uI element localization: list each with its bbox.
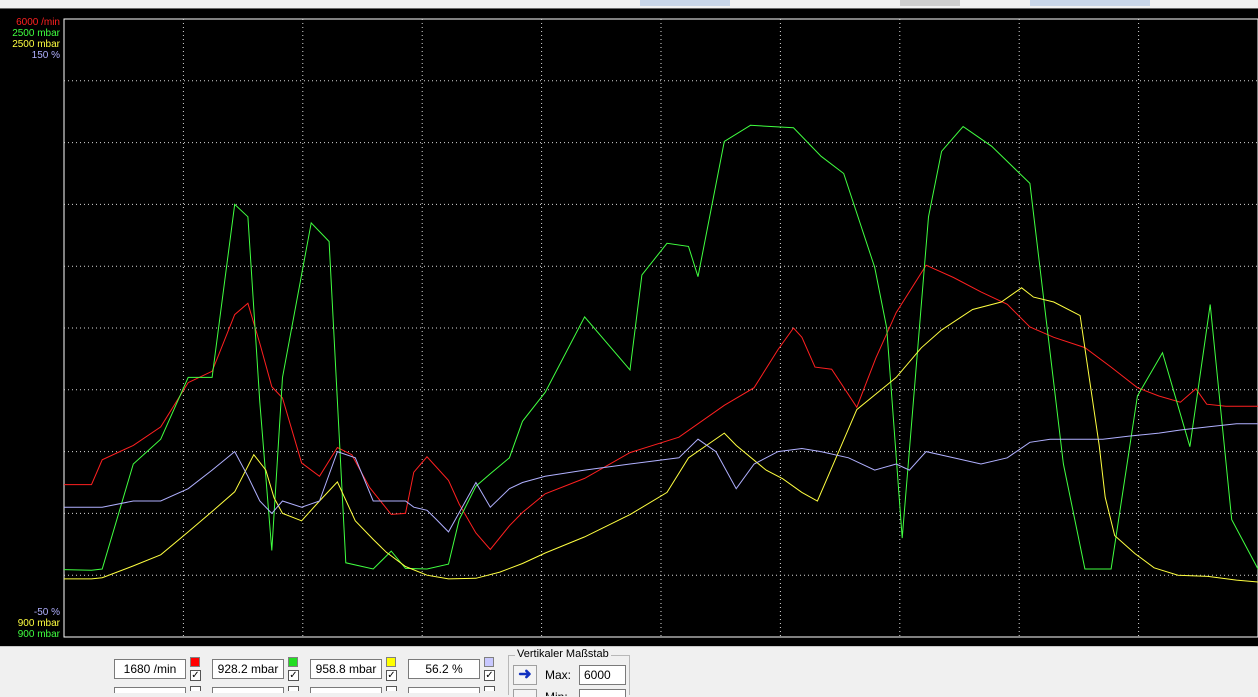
checkbox-rpm-secondary[interactable] bbox=[190, 686, 201, 691]
apply-scale-button[interactable]: ➜ bbox=[513, 665, 537, 685]
chart-grid bbox=[63, 18, 1258, 638]
top-strip-segment bbox=[900, 0, 960, 6]
checkbox-pressure-yellow[interactable]: ✓ bbox=[386, 670, 397, 681]
readout-pressure-green-secondary bbox=[212, 687, 284, 693]
max-label: Max: bbox=[545, 668, 572, 682]
vertical-scale-title: Vertikaler Maßstab bbox=[515, 648, 611, 660]
scale-top-label-pressure-yellow: 2500 mbar bbox=[12, 39, 60, 50]
scale-bottom-label-pressure-green: 900 mbar bbox=[18, 629, 61, 640]
scale-top-label-percent: 150 % bbox=[32, 50, 60, 61]
checkbox-pressure-green-secondary[interactable] bbox=[288, 686, 299, 691]
chart-area: 6000 /min 2500 mbar 2500 mbar 150 % -50 … bbox=[0, 8, 1258, 647]
axis-scale-labels: 6000 /min 2500 mbar 2500 mbar 150 % -50 … bbox=[12, 17, 60, 640]
min-input[interactable] bbox=[579, 689, 626, 697]
line-chart: 6000 /min 2500 mbar 2500 mbar 150 % -50 … bbox=[12, 17, 1258, 640]
min-label: Min: bbox=[545, 690, 568, 696]
readout-rpm: 1680 /min bbox=[114, 659, 186, 679]
color-swatch-pressure-yellow[interactable] bbox=[386, 657, 396, 667]
arrow-right-icon: ➜ bbox=[518, 666, 532, 683]
scale-top-label-pressure-green: 2500 mbar bbox=[12, 28, 60, 39]
top-strip-segment bbox=[640, 0, 730, 6]
checkbox-pressure-yellow-secondary[interactable] bbox=[386, 686, 397, 691]
readout-panel: 1680 /min ✓ 928.2 mbar ✓ 958.8 mbar ✓ 56… bbox=[0, 646, 1258, 697]
color-swatch-pressure-green[interactable] bbox=[288, 657, 298, 667]
color-swatch-rpm[interactable] bbox=[190, 657, 200, 667]
checkbox-rpm[interactable]: ✓ bbox=[190, 670, 201, 681]
scale-bottom-label-pressure-yellow: 900 mbar bbox=[18, 618, 61, 629]
color-swatch-percent[interactable] bbox=[484, 657, 494, 667]
top-strip bbox=[0, 0, 1258, 8]
readout-percent-secondary bbox=[408, 687, 480, 693]
vertical-scale-group: Vertikaler Maßstab ➜ Max: 6000 Min: bbox=[508, 648, 630, 697]
readout-pressure-green: 928.2 mbar bbox=[212, 659, 284, 679]
readout-percent: 56.2 % bbox=[408, 659, 480, 679]
checkbox-percent[interactable]: ✓ bbox=[484, 670, 495, 681]
apply-min-button[interactable] bbox=[513, 689, 537, 697]
readout-pressure-yellow-secondary bbox=[310, 687, 382, 693]
top-strip-segment bbox=[1030, 0, 1150, 6]
max-input[interactable]: 6000 bbox=[579, 665, 626, 685]
readout-rpm-secondary bbox=[114, 687, 186, 693]
checkbox-pressure-green[interactable]: ✓ bbox=[288, 670, 299, 681]
scale-top-label-rpm: 6000 /min bbox=[16, 17, 60, 28]
checkbox-percent-secondary[interactable] bbox=[484, 686, 495, 691]
scale-bottom-label-percent: -50 % bbox=[34, 607, 60, 618]
readout-pressure-yellow: 958.8 mbar bbox=[310, 659, 382, 679]
